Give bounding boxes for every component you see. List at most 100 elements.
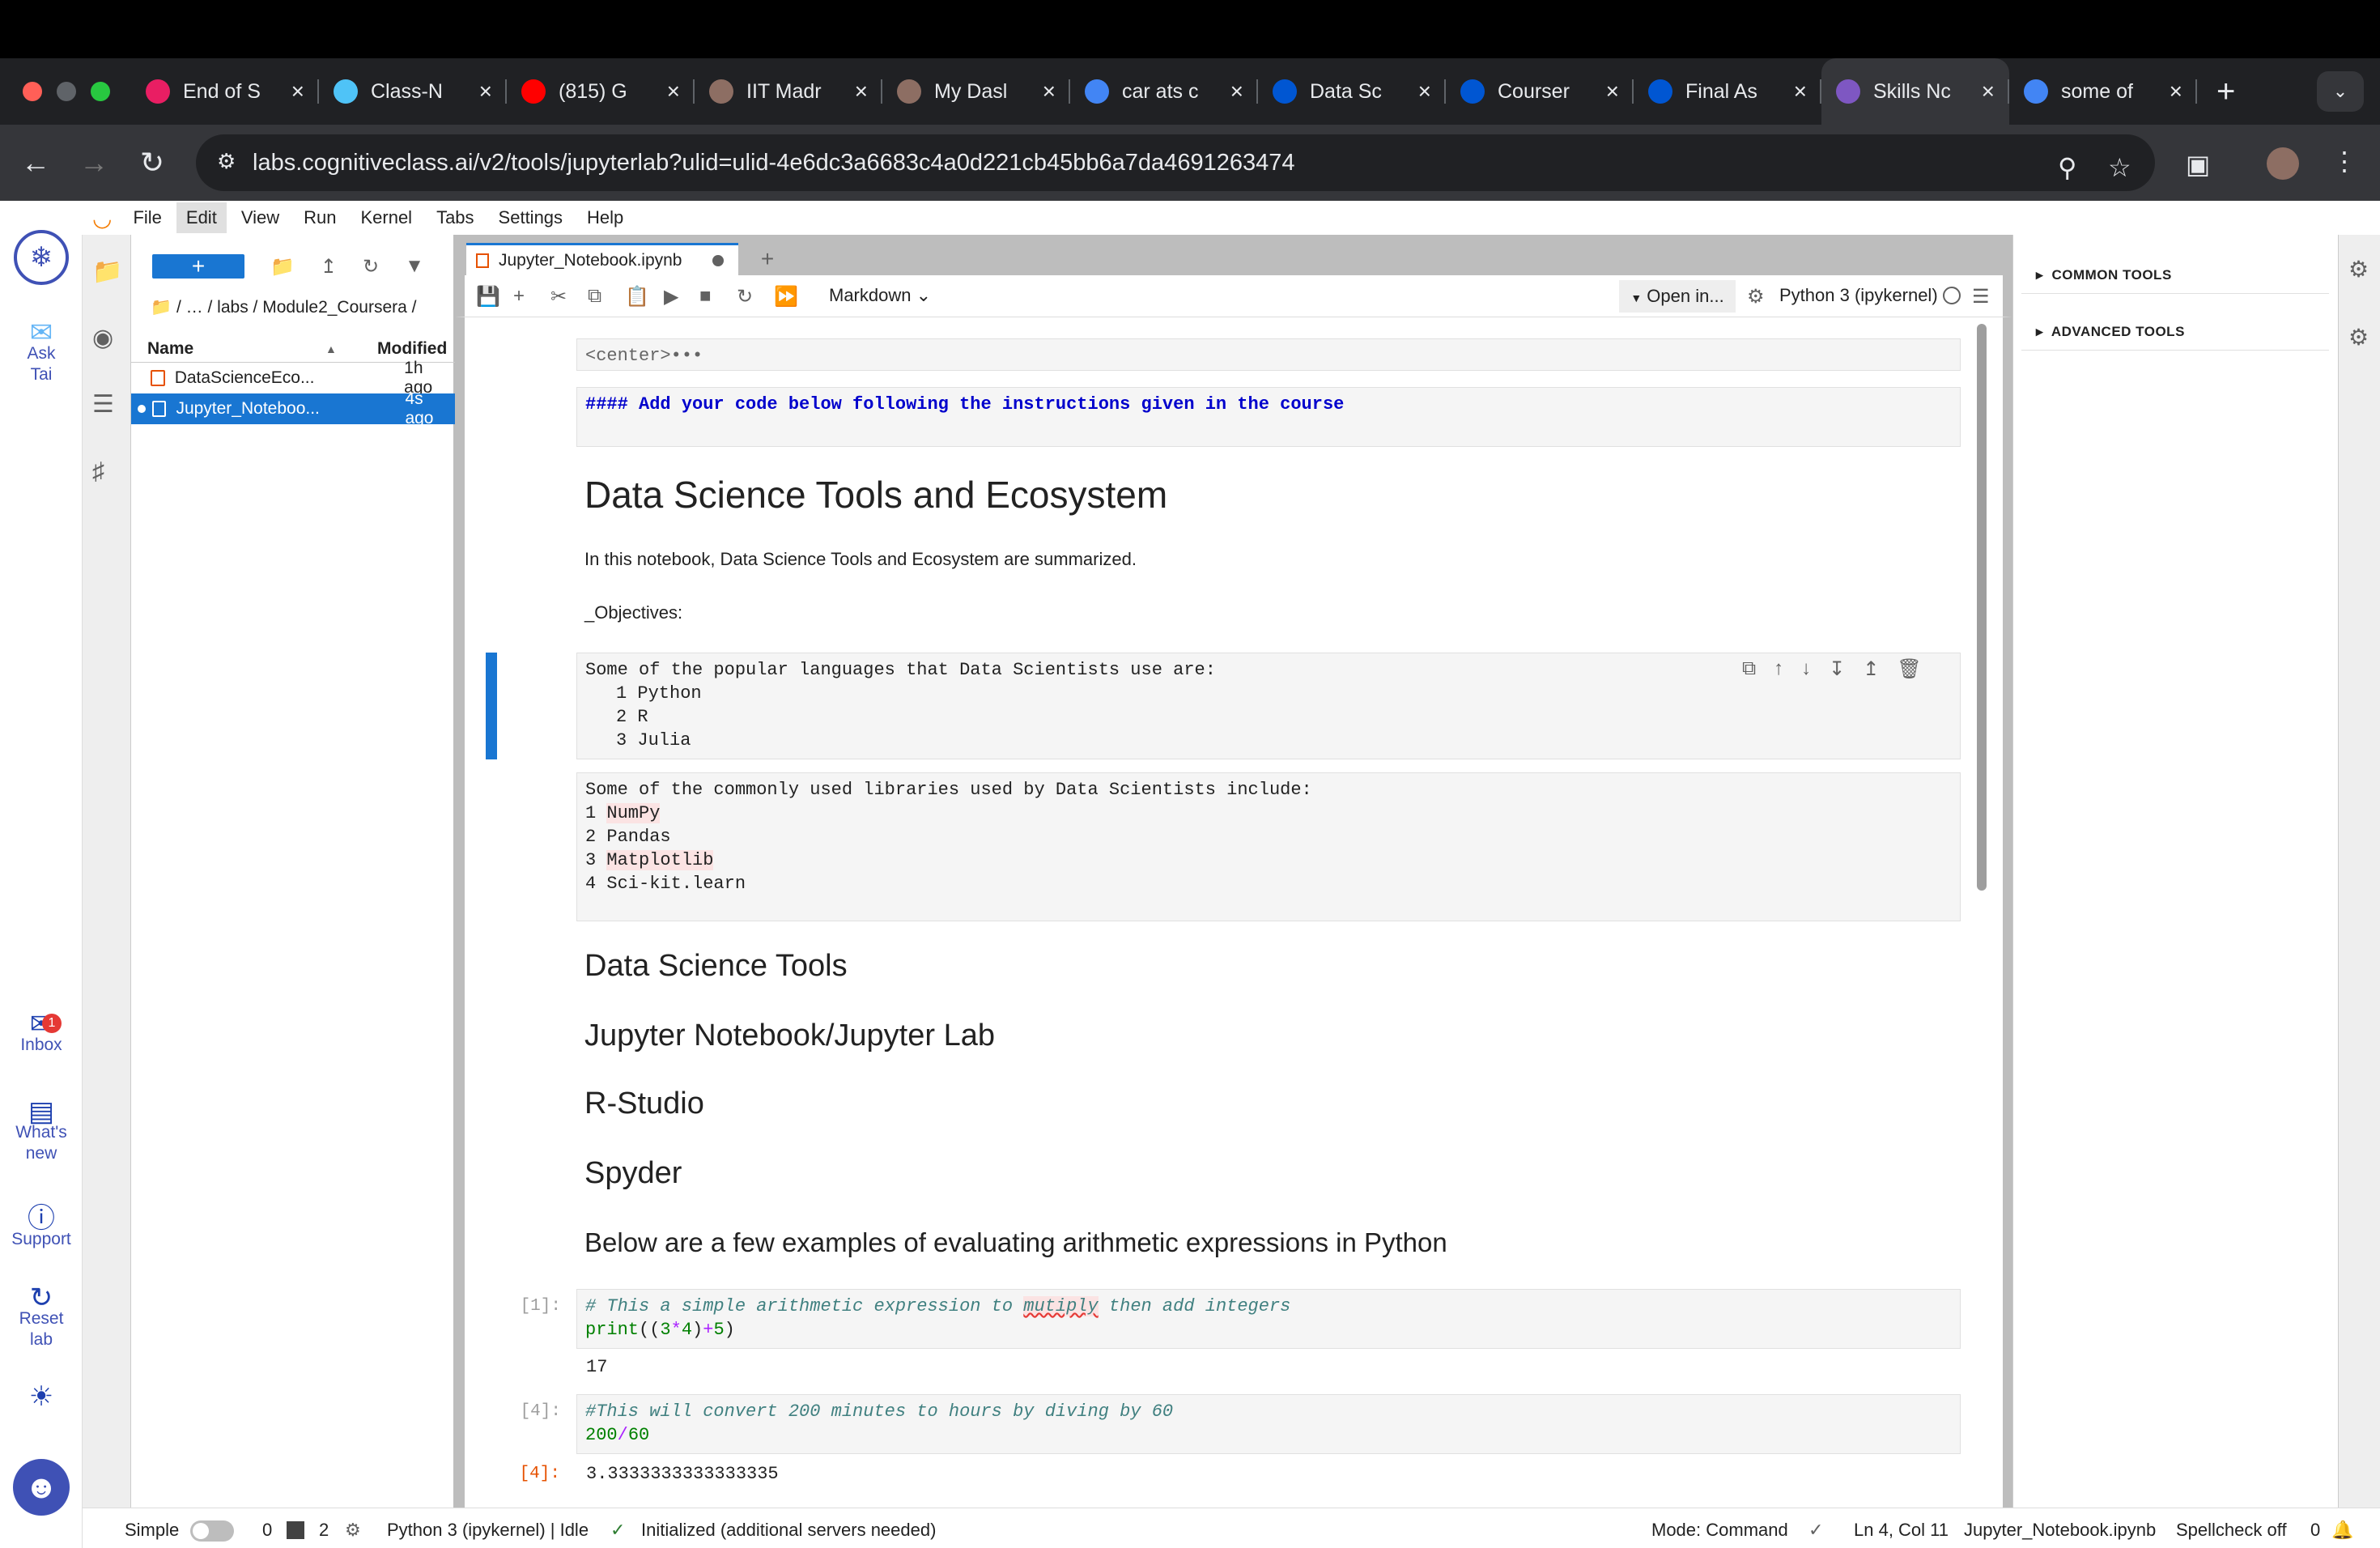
- markdown-cell-tool[interactable]: Spyder: [576, 1156, 1961, 1191]
- minimize-window-button[interactable]: [57, 82, 76, 101]
- ask-tai-button[interactable]: ✉ Ask Tai: [0, 319, 83, 385]
- close-window-button[interactable]: [23, 82, 42, 101]
- common-tools-section[interactable]: ▸ COMMON TOOLS: [2036, 267, 2172, 283]
- move-up-arrow-icon[interactable]: ↑: [1774, 657, 1783, 681]
- browser-tab[interactable]: My Dasl ×: [882, 58, 1070, 125]
- new-tab-button[interactable]: +: [751, 243, 784, 275]
- maximize-window-button[interactable]: [91, 82, 110, 101]
- new-folder-icon[interactable]: 📁: [270, 255, 295, 279]
- refresh-icon[interactable]: ↻: [363, 255, 379, 279]
- user-profile-button[interactable]: ☻: [0, 1459, 83, 1516]
- menu-view[interactable]: View: [232, 202, 289, 233]
- close-tab-icon[interactable]: ×: [1230, 79, 1243, 104]
- new-launcher-button[interactable]: +: [152, 254, 244, 279]
- kernel-name[interactable]: Python 3 (ipykernel): [1779, 285, 1938, 306]
- zoom-icon[interactable]: ⚲: [2058, 152, 2076, 183]
- notebook-content[interactable]: <center>••• #### Add your code below fol…: [455, 317, 2012, 1514]
- copy-icon[interactable]: ⧉: [588, 285, 601, 308]
- restart-icon[interactable]: ↻: [737, 285, 753, 308]
- breadcrumb[interactable]: 📁 / … / labs / Module2_Coursera /: [151, 298, 416, 317]
- toggle-switch[interactable]: [190, 1520, 235, 1542]
- close-tab-icon[interactable]: ×: [1794, 79, 1807, 104]
- code-cell-2[interactable]: [4]: #This will convert 200 minutes to ho…: [521, 1394, 1961, 1454]
- browser-tab[interactable]: Data Sc ×: [1258, 58, 1446, 125]
- markdown-cell-tool[interactable]: R-Studio: [576, 1087, 1961, 1121]
- cursor-position[interactable]: Ln 4, Col 11: [1854, 1520, 1949, 1541]
- save-icon[interactable]: 💾: [476, 285, 500, 308]
- stop-icon[interactable]: ■: [699, 285, 712, 308]
- tab-jupyter-notebook[interactable]: Jupyter_Notebook.ipynb: [466, 243, 738, 275]
- browser-tab[interactable]: Final As ×: [1634, 58, 1821, 125]
- menu-kernel[interactable]: Kernel: [351, 202, 422, 233]
- markdown-cell-title[interactable]: Data Science Tools and Ecosystem: [576, 473, 1961, 517]
- markdown-cell-libraries[interactable]: Some of the commonly used libraries used…: [576, 772, 1961, 921]
- insert-above-icon[interactable]: ↧: [1829, 657, 1845, 681]
- folder-icon[interactable]: 📁: [92, 257, 122, 286]
- shield-check-icon[interactable]: ✓: [1808, 1520, 1823, 1541]
- advanced-tools-section[interactable]: ▸ ADVANCED TOOLS: [2036, 324, 2185, 340]
- browser-tab[interactable]: car ats c ×: [1070, 58, 1258, 125]
- new-tab-button[interactable]: +: [2216, 74, 2235, 110]
- markdown-cell-instructions[interactable]: #### Add your code below following the i…: [576, 387, 1961, 447]
- menu-file[interactable]: File: [123, 202, 171, 233]
- reset-lab-button[interactable]: ↻ Reset lab: [0, 1284, 83, 1350]
- move-down-arrow-icon[interactable]: ↓: [1801, 657, 1811, 681]
- upload-icon[interactable]: ↥: [321, 255, 337, 279]
- close-tab-icon[interactable]: ×: [1982, 79, 1995, 104]
- menu-help[interactable]: Help: [577, 202, 633, 233]
- file-row-selected[interactable]: Jupyter_Noteboo... 4s ago: [131, 389, 455, 427]
- extensions-icon[interactable]: ▣: [2186, 149, 2210, 180]
- menu-edit[interactable]: Edit: [176, 202, 227, 233]
- kernel-count[interactable]: 2: [319, 1520, 329, 1541]
- column-modified[interactable]: Modified: [377, 339, 447, 359]
- bell-icon[interactable]: 🔔: [2331, 1520, 2353, 1541]
- spellcheck-status[interactable]: Spellcheck off: [2176, 1520, 2287, 1541]
- close-tab-icon[interactable]: ×: [1043, 79, 1056, 104]
- fast-forward-icon[interactable]: ⏩: [774, 285, 798, 308]
- cell-type-select[interactable]: Markdown ⌄: [829, 285, 931, 306]
- browser-tab[interactable]: Class-N ×: [319, 58, 507, 125]
- terminal-count[interactable]: 0: [262, 1520, 272, 1541]
- reload-icon[interactable]: ↻: [123, 146, 181, 180]
- url-field[interactable]: ⚙ labs.cognitiveclass.ai/v2/tools/jupyte…: [196, 134, 2155, 191]
- debugger-bug-icon[interactable]: ⚙: [2348, 324, 2369, 351]
- markdown-cell-center[interactable]: <center>•••: [576, 338, 1961, 371]
- cut-icon[interactable]: ✂: [550, 285, 567, 308]
- profile-avatar[interactable]: [2267, 147, 2299, 180]
- inbox-button[interactable]: ✉ 1 Inbox: [0, 1010, 83, 1056]
- close-tab-icon[interactable]: ×: [2170, 79, 2182, 104]
- markdown-cell-arith-heading[interactable]: Below are a few examples of evaluating a…: [576, 1227, 1961, 1258]
- menu-run[interactable]: Run: [294, 202, 346, 233]
- theme-toggle-button[interactable]: ☀: [0, 1383, 83, 1410]
- browser-tab[interactable]: End of S ×: [131, 58, 319, 125]
- forward-arrow-icon[interactable]: →: [65, 146, 123, 180]
- delete-cell-icon[interactable]: 🗑: [1897, 657, 1921, 681]
- tab-search-button[interactable]: ⌄: [2317, 71, 2364, 112]
- run-icon[interactable]: ▶: [664, 285, 678, 308]
- sort-asc-icon[interactable]: ▲: [325, 342, 358, 355]
- browser-tab[interactable]: IIT Madr ×: [695, 58, 882, 125]
- insert-below-icon[interactable]: ↥: [1863, 657, 1879, 681]
- filter-icon[interactable]: ▼: [405, 255, 424, 278]
- hamburger-menu-icon[interactable]: ☰: [1972, 285, 1990, 308]
- unsaved-dot-icon[interactable]: [712, 255, 724, 266]
- column-name[interactable]: Name: [147, 339, 325, 359]
- markdown-cell-tools-heading[interactable]: Data Science Tools: [576, 949, 1961, 984]
- browser-tab[interactable]: (815) G ×: [507, 58, 695, 125]
- lsp-status[interactable]: Initialized (additional servers needed): [641, 1520, 936, 1541]
- whats-new-button[interactable]: ▤ What's new: [0, 1098, 83, 1164]
- close-tab-icon[interactable]: ×: [291, 79, 304, 104]
- kernel-status[interactable]: Python 3 (ipykernel) | Idle: [387, 1520, 589, 1541]
- duplicate-cell-icon[interactable]: ⧉: [1742, 657, 1756, 681]
- browser-tab[interactable]: some of ×: [2009, 58, 2197, 125]
- bookmark-star-icon[interactable]: ☆: [2108, 152, 2131, 183]
- property-gears-icon[interactable]: ⚙: [2348, 256, 2369, 283]
- back-arrow-icon[interactable]: ←: [6, 146, 65, 180]
- menu-tabs[interactable]: Tabs: [427, 202, 483, 233]
- browser-tab[interactable]: Courser ×: [1446, 58, 1634, 125]
- close-tab-icon[interactable]: ×: [1418, 79, 1431, 104]
- simple-mode-toggle[interactable]: Simple: [125, 1520, 235, 1542]
- close-tab-icon[interactable]: ×: [479, 79, 492, 104]
- open-in-button[interactable]: ▼ Open in...: [1619, 280, 1736, 313]
- menu-settings[interactable]: Settings: [489, 202, 573, 233]
